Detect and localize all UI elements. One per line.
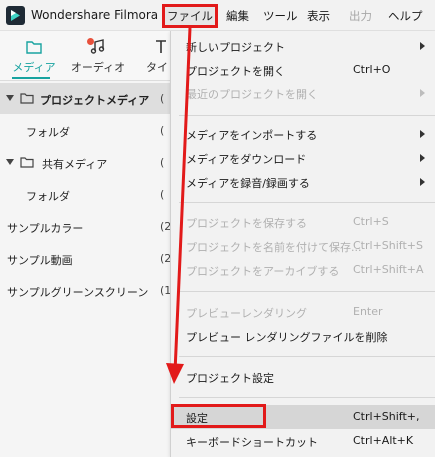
menu-item-record-media[interactable]: メディアを録音/録画する [171,170,435,194]
tree-item-sample-green-screen[interactable]: サンプルグリーンスクリーン (1 [0,275,175,306]
app-title: Wondershare Filmora [31,8,159,22]
menu-item-archive-project[interactable]: プロジェクトをアーカイブする Ctrl+Shift+A [171,258,435,282]
menu-item-shortcut: Ctrl+Alt+K [353,434,414,447]
menu-item-save-as[interactable]: プロジェクトを名前を付けて保存... Ctrl+Shift+S [171,234,435,258]
menu-item-recent-projects[interactable]: 最近のプロジェクトを開く [171,81,435,105]
menu-item-shortcut: Ctrl+Shift+S [353,239,423,252]
menu-file[interactable]: ファイル [162,4,218,28]
menu-item-label: プロジェクトをアーカイブする [186,265,340,278]
menu-item-shortcut: Enter [353,305,383,318]
menu-separator [179,356,435,357]
expand-arrow-icon[interactable] [6,95,14,101]
menu-item-shortcut: Ctrl+Shift+A [353,263,424,276]
filmora-logo-icon [6,6,25,25]
menu-item-label: プロジェクトを開く [186,65,285,78]
tree-item-label: サンプルグリーンスクリーン [7,286,149,299]
tab-media[interactable]: メディア [4,35,64,79]
menu-export[interactable]: 出力 [349,8,372,24]
menu-item-label: キーボードショートカット [186,436,318,449]
expand-arrow-icon[interactable] [6,159,14,165]
item-count: ( [160,124,165,137]
folder-icon [20,92,34,107]
title-bar: Wondershare Filmora ファイル 編集 ツール 表示 出力 ヘル… [0,0,435,31]
tab-title[interactable]: タイ [132,35,175,79]
tree-item-label: サンプルカラー [7,222,84,235]
menu-item-import-media[interactable]: メディアをインポートする [171,122,435,146]
tree-item-sample-video[interactable]: サンプル動画 (2 [0,243,175,274]
menu-edit[interactable]: 編集 [226,8,249,24]
submenu-arrow-icon [420,130,425,138]
tree-item-label: プロジェクトメディア [40,94,150,107]
menu-item-preview-render[interactable]: プレビューレンダリング Enter [171,300,435,324]
menu-item-label: プレビューレンダリング [186,307,307,320]
menu-item-project-settings[interactable]: プロジェクト設定 [171,365,435,389]
tree-item-label: フォルダ [26,190,70,203]
menu-item-keyboard-shortcuts[interactable]: キーボードショートカット Ctrl+Alt+K [171,429,435,453]
tree-item-label: 共有メディア [42,158,108,171]
submenu-arrow-icon [420,154,425,162]
menu-item-new-project[interactable]: 新しいプロジェクト [171,34,435,58]
music-note-icon [87,38,108,56]
folder-icon [20,156,34,171]
menu-item-label: プロジェクトを保存する [186,217,307,230]
item-count: ( [160,156,165,169]
menu-help[interactable]: ヘルプ [388,8,423,24]
annotation-highlight-box [171,404,266,428]
menu-item-label: メディアをインポートする [186,129,318,142]
menu-item-open-project[interactable]: プロジェクトを開く Ctrl+O [171,58,435,82]
menu-item-save-project[interactable]: プロジェクトを保存する Ctrl+S [171,210,435,234]
menu-item-shortcut: Ctrl+O [353,63,391,76]
tab-media-label: メディア [12,61,56,74]
notification-dot [87,38,94,45]
tree-item-shared-media[interactable]: 共有メディア ( [0,147,175,178]
menu-item-label: メディアをダウンロード [186,153,307,166]
item-count: ( [160,92,165,105]
tab-audio-label: オーディオ [70,61,126,74]
menu-separator [179,291,435,292]
menu-item-label: 最近のプロジェクトを開く [186,88,318,101]
menu-item-download-media[interactable]: メディアをダウンロード [171,146,435,170]
tree-item-folder[interactable]: フォルダ ( [0,115,175,146]
menu-item-shortcut: Ctrl+Shift+, [353,410,420,423]
tree-item-label: サンプル動画 [7,254,73,267]
menu-item-label: プロジェクトを名前を付けて保存... [186,241,362,254]
tree-item-project-media[interactable]: プロジェクトメディア ( [0,83,175,114]
menu-item-delete-render-files[interactable]: プレビュー レンダリングファイルを削除 [171,324,435,348]
folder-icon [24,38,44,56]
menu-separator [179,397,435,398]
menu-view[interactable]: 表示 [307,8,330,24]
tab-audio[interactable]: オーディオ [68,35,128,79]
tree-item-sample-color[interactable]: サンプルカラー (2 [0,211,175,242]
menu-item-label: 新しいプロジェクト [186,41,285,54]
media-tab-bar: メディア オーディオ タイ [0,31,175,81]
menu-separator [179,115,435,116]
submenu-arrow-icon [420,42,425,50]
media-panel: メディア オーディオ タイ プロジェクトメディア ( フォルダ (共有メディア… [0,31,175,457]
menu-item-label: メディアを録音/録画する [186,177,310,190]
menu-item-label: プレビュー レンダリングファイルを削除 [186,331,388,344]
tree-item-folder[interactable]: フォルダ ( [0,179,175,210]
menu-separator [179,202,435,203]
active-tab-indicator [12,77,50,79]
file-menu-dropdown: 新しいプロジェクト プロジェクトを開く Ctrl+O 最近のプロジェクトを開く … [170,31,435,457]
submenu-arrow-icon [420,89,425,97]
item-count: ( [160,188,165,201]
tree-item-label: フォルダ [26,126,70,139]
menu-tool[interactable]: ツール [263,8,298,24]
submenu-arrow-icon [420,178,425,186]
menu-item-shortcut: Ctrl+S [353,215,389,228]
menu-item-label: プロジェクト設定 [186,372,274,385]
